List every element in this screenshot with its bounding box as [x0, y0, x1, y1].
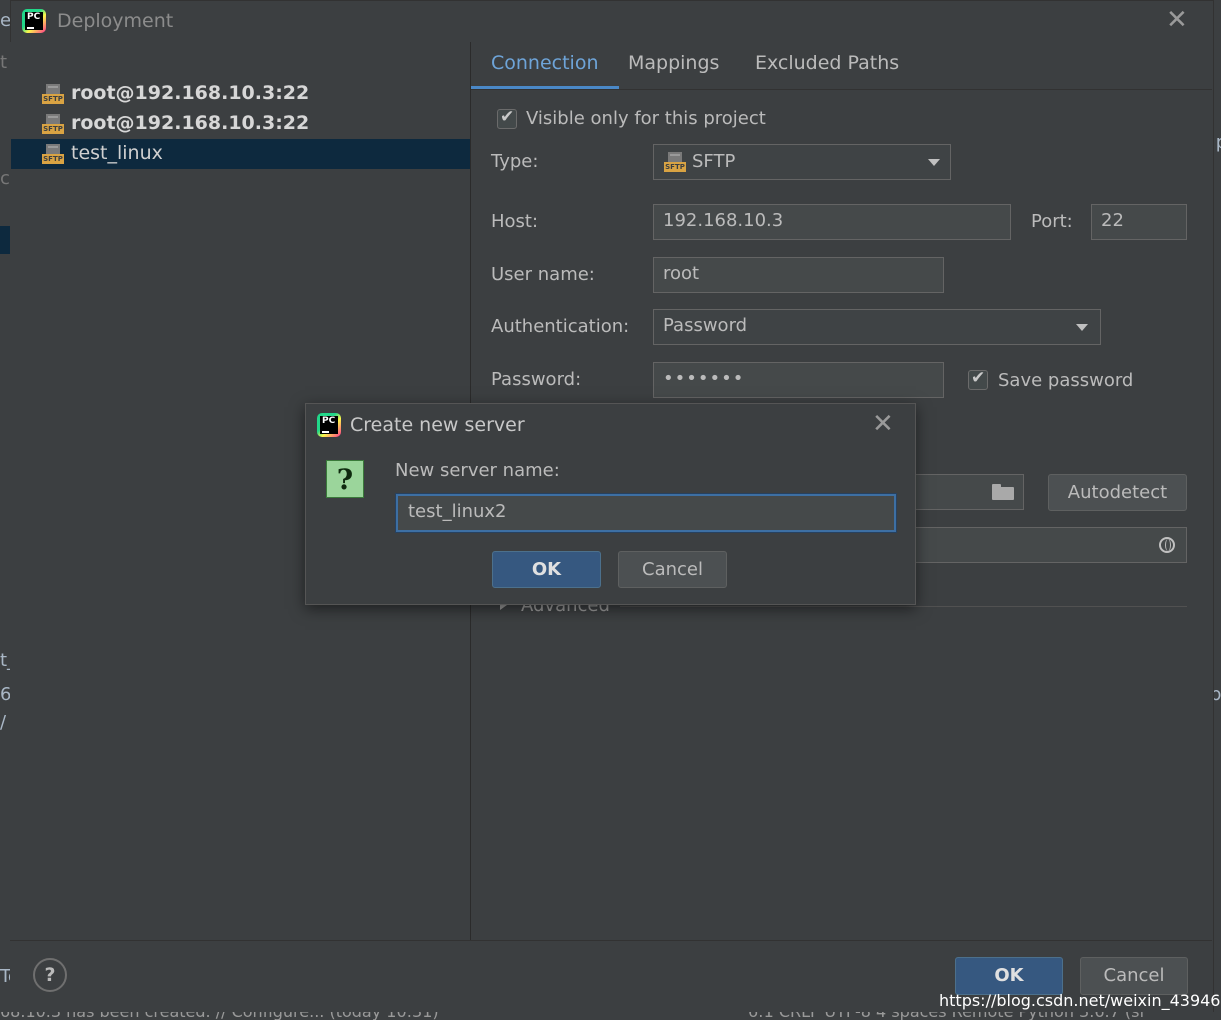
dialog-title: Create new server [350, 414, 525, 436]
tab-divider [471, 89, 1212, 90]
dialog-cancel-button[interactable]: Cancel [618, 551, 727, 588]
server-name-input[interactable]: test_linux2 [396, 494, 896, 532]
save-password-checkbox[interactable]: ✔ [968, 368, 988, 390]
pycharm-logo-icon: PC [317, 413, 341, 437]
server-list-item[interactable]: SFTP root@192.168.10.3:22 [11, 109, 470, 139]
type-select[interactable]: SFTP SFTP [653, 144, 951, 180]
server-name: root@192.168.10.3:22 [71, 82, 310, 104]
save-password-label: Save password [998, 370, 1134, 391]
chevron-down-icon [928, 159, 940, 166]
ide-status-bar: 68.10.3 has been created. // Configure..… [0, 1012, 1221, 1020]
dialog-close-icon[interactable]: ✕ [872, 411, 894, 437]
ide-selection-fragment [0, 226, 10, 254]
username-label: User name: [491, 264, 595, 285]
password-field[interactable]: ••••••• [653, 362, 944, 398]
create-server-dialog: PC Create new server ✕ ? New server name… [305, 403, 916, 605]
pycharm-logo-icon: PC [22, 9, 46, 33]
password-label: Password: [491, 369, 582, 390]
cancel-button[interactable]: Cancel [1080, 957, 1188, 995]
port-field[interactable]: 22 [1091, 204, 1187, 240]
active-tab-indicator [471, 86, 619, 89]
tab-excluded-paths[interactable]: Excluded Paths [755, 52, 899, 74]
authentication-select[interactable]: Password [653, 309, 1101, 345]
username-field[interactable]: root [653, 257, 944, 293]
server-list-item[interactable]: SFTP root@192.168.10.3:22 [11, 79, 470, 109]
root-path-field[interactable] [900, 474, 1024, 510]
status-indicators: 6:1 CRLF UTF-8 4 spaces Remote Python 3.… [748, 1012, 1145, 1020]
sftp-icon: SFTP [664, 152, 686, 172]
host-field[interactable]: 192.168.10.3 [653, 204, 1011, 240]
tab-connection[interactable]: Connection [491, 52, 599, 74]
authentication-value: Password [663, 315, 748, 336]
watermark-text: https://blog.csdn.net/weixin_43946618 [939, 991, 1221, 1010]
host-label: Host: [491, 211, 539, 232]
window-title: Deployment [57, 10, 174, 32]
advanced-separator [620, 606, 1187, 607]
dialog-ok-button[interactable]: OK [492, 551, 601, 588]
port-label: Port: [1031, 211, 1073, 232]
web-url-field[interactable] [900, 527, 1187, 563]
ide-fragment: / [0, 712, 7, 733]
ok-button[interactable]: OK [955, 957, 1063, 995]
server-list-item-selected[interactable]: SFTP test_linux [11, 139, 470, 169]
server-name-prompt: New server name: [395, 460, 560, 481]
sftp-server-icon: SFTP [42, 84, 64, 104]
chevron-down-icon [1076, 324, 1088, 331]
authentication-label: Authentication: [491, 316, 630, 337]
close-icon[interactable]: ✕ [1166, 7, 1188, 33]
question-icon: ? [326, 460, 364, 498]
help-button[interactable]: ? [33, 958, 67, 992]
type-label: Type: [491, 151, 539, 172]
globe-icon[interactable] [1159, 537, 1175, 553]
sftp-server-icon: SFTP [42, 144, 64, 164]
title-bar [10, 0, 1212, 42]
server-name: test_linux [71, 142, 163, 164]
status-message: 68.10.3 has been created. // Configure..… [0, 1012, 439, 1020]
autodetect-button[interactable]: Autodetect [1048, 474, 1187, 511]
tab-mappings[interactable]: Mappings [628, 52, 719, 74]
type-value: SFTP [692, 151, 736, 172]
server-name: root@192.168.10.3:22 [71, 112, 310, 134]
ide-fragment: t [0, 52, 8, 73]
visible-only-checkbox[interactable]: ✔ [497, 107, 517, 129]
sftp-server-icon: SFTP [42, 114, 64, 134]
folder-icon[interactable] [992, 484, 1014, 500]
visible-only-label: Visible only for this project [526, 108, 766, 129]
